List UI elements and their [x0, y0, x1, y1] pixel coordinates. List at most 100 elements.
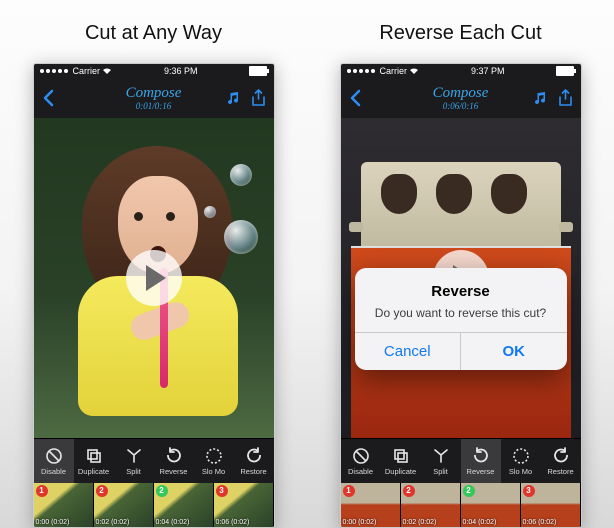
caption-left: Cut at Any Way	[85, 22, 222, 45]
tool-duplicate[interactable]: Duplicate	[381, 439, 421, 483]
tool-label: Split	[433, 467, 448, 476]
tool-label: Disable	[348, 467, 373, 476]
clip-time: 0:00 (0:02)	[36, 519, 70, 526]
tool-label: Slo Mo	[509, 467, 532, 476]
split-icon	[432, 447, 450, 465]
alert-message: Do you want to reverse this cut?	[375, 306, 546, 320]
clip-time: 0:02 (0:02)	[96, 519, 130, 526]
nav-actions	[532, 89, 573, 107]
clip-badge: 2	[96, 485, 108, 497]
phone-frame: Carrier 9:37 PM Compose 0:06/0:16	[340, 63, 582, 528]
clip-time: 0:04 (0:02)	[156, 519, 190, 526]
music-note-icon[interactable]	[532, 90, 548, 106]
tool-split[interactable]: Split	[114, 439, 154, 483]
tool-label: Disable	[41, 467, 66, 476]
music-note-icon[interactable]	[225, 90, 241, 106]
tool-disable[interactable]: Disable	[341, 439, 381, 483]
edit-toolbar: Disable Duplicate Split Reverse Slo Mo R…	[34, 438, 274, 483]
clip-thumb[interactable]: 2 0:02 (0:02)	[401, 483, 461, 527]
chevron-left-icon	[349, 89, 361, 107]
duplicate-icon	[85, 447, 103, 465]
status-bar: Carrier 9:37 PM	[341, 64, 581, 78]
tool-label: Duplicate	[385, 467, 416, 476]
tool-restore[interactable]: Restore	[541, 439, 581, 483]
restore-icon	[552, 447, 570, 465]
caption-right: Reverse Each Cut	[379, 22, 541, 45]
clip-thumb[interactable]: 3 0:06 (0:02)	[214, 483, 274, 527]
disable-icon	[45, 447, 63, 465]
tool-slomo[interactable]: Slo Mo	[501, 439, 541, 483]
tool-label: Restore	[240, 467, 266, 476]
clip-thumb[interactable]: 1 0:00 (0:02)	[34, 483, 94, 527]
back-button[interactable]	[42, 89, 54, 107]
tool-label: Restore	[547, 467, 573, 476]
clip-time: 0:02 (0:02)	[403, 519, 437, 526]
back-button[interactable]	[349, 89, 361, 107]
battery-icon	[556, 66, 574, 76]
clip-thumb[interactable]: 1 0:00 (0:02)	[341, 483, 401, 527]
clip-time: 0:06 (0:02)	[216, 519, 250, 526]
signal-indicator: Carrier	[347, 66, 420, 76]
tool-reverse[interactable]: Reverse	[154, 439, 194, 483]
filmstrip[interactable]: 1 0:00 (0:02) 2 0:02 (0:02) 2 0:04 (0:02…	[34, 483, 274, 527]
status-time: 9:36 PM	[164, 66, 198, 76]
phone-frame: Carrier 9:36 PM Compose 0:01/0:16	[33, 63, 275, 528]
clip-time: 0:00 (0:02)	[343, 519, 377, 526]
screenshot-left: Cut at Any Way Carrier 9:36 PM Compose 0…	[0, 0, 307, 528]
tool-slomo[interactable]: Slo Mo	[194, 439, 234, 483]
clip-badge: 1	[36, 485, 48, 497]
clip-thumb[interactable]: 2 0:02 (0:02)	[94, 483, 154, 527]
alert-ok-button[interactable]: OK	[460, 333, 567, 370]
clip-thumb[interactable]: 2 0:04 (0:02)	[461, 483, 521, 527]
screenshot-right: Reverse Each Cut Carrier 9:37 PM Compose…	[307, 0, 614, 528]
split-icon	[125, 447, 143, 465]
clip-time: 0:04 (0:02)	[463, 519, 497, 526]
video-preview[interactable]	[34, 118, 274, 438]
chevron-left-icon	[42, 89, 54, 107]
clip-badge: 1	[343, 485, 355, 497]
clip-thumb[interactable]: 2 0:04 (0:02)	[154, 483, 214, 527]
tool-split[interactable]: Split	[421, 439, 461, 483]
clip-time: 0:06 (0:02)	[523, 519, 557, 526]
nav-actions	[225, 89, 266, 107]
tool-restore[interactable]: Restore	[234, 439, 274, 483]
restore-icon	[245, 447, 263, 465]
status-bar: Carrier 9:36 PM	[34, 64, 274, 78]
filmstrip[interactable]: 1 0:00 (0:02) 2 0:02 (0:02) 2 0:04 (0:02…	[341, 483, 581, 527]
tool-label: Split	[126, 467, 141, 476]
alert-title: Reverse	[367, 283, 555, 300]
play-button[interactable]	[126, 250, 182, 306]
duplicate-icon	[392, 447, 410, 465]
status-time: 9:37 PM	[471, 66, 505, 76]
disable-icon	[352, 447, 370, 465]
clip-badge: 3	[523, 485, 535, 497]
clip-badge: 2	[463, 485, 475, 497]
share-icon[interactable]	[251, 89, 266, 107]
tool-disable[interactable]: Disable	[34, 439, 74, 483]
reverse-alert: Reverse Do you want to reverse this cut?…	[355, 268, 567, 370]
tool-duplicate[interactable]: Duplicate	[74, 439, 114, 483]
tool-reverse[interactable]: Reverse	[461, 439, 501, 483]
share-icon[interactable]	[558, 89, 573, 107]
clip-thumb[interactable]: 3 0:06 (0:02)	[521, 483, 581, 527]
slomo-icon	[205, 447, 223, 465]
wifi-icon	[102, 67, 112, 75]
reverse-icon	[165, 447, 183, 465]
clip-badge: 3	[216, 485, 228, 497]
signal-indicator: Carrier	[40, 66, 113, 76]
tool-label: Slo Mo	[202, 467, 225, 476]
nav-bar: Compose 0:06/0:16	[341, 78, 581, 118]
carrier-label: Carrier	[73, 66, 101, 76]
alert-cancel-button[interactable]: Cancel	[355, 333, 461, 370]
tool-label: Reverse	[160, 467, 188, 476]
clip-badge: 2	[403, 485, 415, 497]
video-preview[interactable]: Reverse Do you want to reverse this cut?…	[341, 118, 581, 438]
slomo-icon	[512, 447, 530, 465]
wifi-icon	[409, 67, 419, 75]
battery-icon	[249, 66, 267, 76]
tool-label: Reverse	[467, 467, 495, 476]
clip-badge: 2	[156, 485, 168, 497]
nav-bar: Compose 0:01/0:16	[34, 78, 274, 118]
carrier-label: Carrier	[380, 66, 408, 76]
edit-toolbar: Disable Duplicate Split Reverse Slo Mo R…	[341, 438, 581, 483]
